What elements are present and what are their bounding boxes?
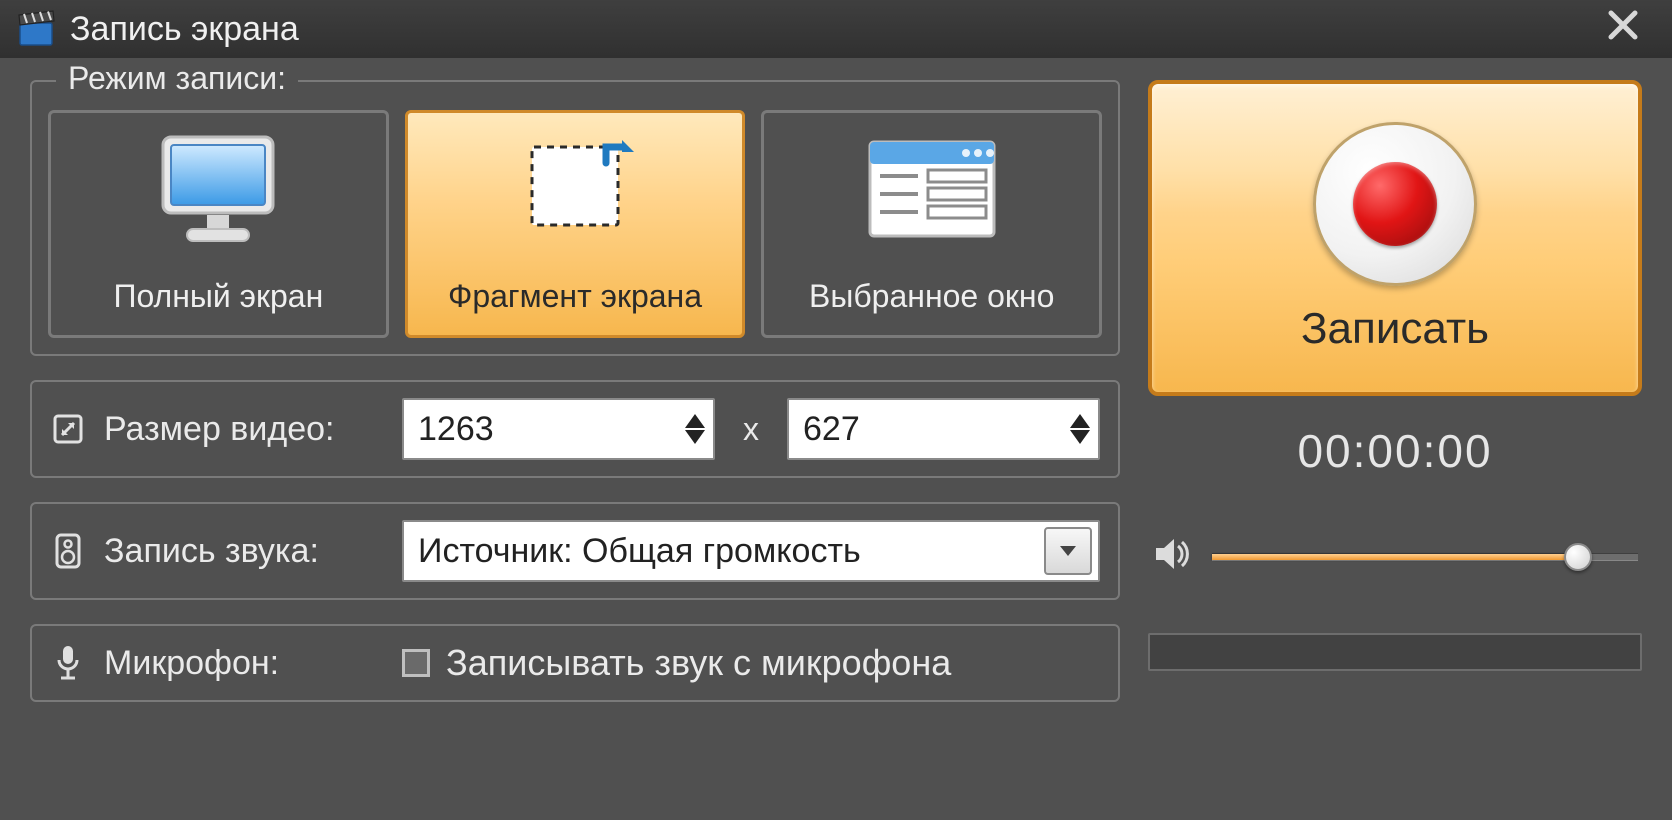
- mic-checkbox-group: Записывать звук с микрофона: [402, 642, 1100, 684]
- mic-record-checkbox[interactable]: [402, 649, 430, 677]
- mic-level-meter: [1148, 633, 1642, 671]
- left-column: Режим записи:: [30, 80, 1120, 702]
- recording-mode-legend: Режим записи:: [56, 60, 298, 97]
- microphone-icon: [50, 644, 86, 682]
- audio-source-label-group: Запись звука:: [50, 532, 380, 571]
- close-icon: [1606, 8, 1640, 42]
- mic-checkbox-label: Записывать звук с микрофона: [446, 642, 951, 684]
- volume-slider-thumb[interactable]: [1564, 543, 1592, 571]
- record-dot-icon: [1353, 162, 1437, 246]
- video-size-label-group: Размер видео:: [50, 410, 380, 449]
- audio-source-label: Запись звука:: [104, 532, 319, 571]
- mode-window-button[interactable]: Выбранное окно: [761, 110, 1102, 338]
- video-height-field[interactable]: [787, 398, 1100, 460]
- recording-timer: 00:00:00: [1297, 424, 1492, 478]
- height-spinner-arrows: [1070, 414, 1090, 444]
- selection-region-icon: [510, 113, 640, 264]
- record-button[interactable]: Записать: [1148, 80, 1642, 396]
- record-icon: [1313, 122, 1477, 286]
- mode-fullscreen-label: Полный экран: [113, 278, 323, 315]
- width-step-up[interactable]: [685, 414, 705, 428]
- height-step-down[interactable]: [1070, 430, 1090, 444]
- close-button[interactable]: [1598, 7, 1648, 52]
- video-width-field[interactable]: [402, 398, 715, 460]
- dimension-separator: x: [737, 411, 765, 448]
- width-step-down[interactable]: [685, 430, 705, 444]
- height-step-up[interactable]: [1070, 414, 1090, 428]
- title-bar-left: Запись экрана: [16, 9, 299, 49]
- monitor-icon: [153, 113, 283, 264]
- video-size-label: Размер видео:: [104, 410, 334, 449]
- mode-window-label: Выбранное окно: [809, 278, 1054, 315]
- mode-region-button[interactable]: Фрагмент экрана: [405, 110, 746, 338]
- video-width-input[interactable]: [418, 410, 685, 449]
- volume-slider[interactable]: [1212, 553, 1638, 561]
- mode-row: Полный экран Фрагмент экрана: [48, 110, 1102, 338]
- window-form-icon: [862, 113, 1002, 264]
- speaker-device-icon: [50, 533, 86, 569]
- mode-fullscreen-button[interactable]: Полный экран: [48, 110, 389, 338]
- title-bar: Запись экрана: [0, 0, 1672, 58]
- recording-mode-group: Режим записи:: [30, 80, 1120, 356]
- volume-row: [1148, 534, 1642, 579]
- dropdown-toggle[interactable]: [1044, 527, 1092, 575]
- width-spinner-arrows: [685, 414, 705, 444]
- record-button-label: Записать: [1301, 304, 1489, 354]
- volume-slider-fill: [1212, 554, 1578, 560]
- audio-source-dropdown[interactable]: Источник: Общая громкость: [402, 520, 1100, 582]
- microphone-label-group: Микрофон:: [50, 644, 380, 683]
- microphone-label: Микрофон:: [104, 644, 279, 683]
- window-title: Запись экрана: [70, 10, 299, 49]
- video-size-panel: Размер видео: x: [30, 380, 1120, 478]
- chevron-down-icon: [1060, 546, 1076, 556]
- main-content: Режим записи:: [0, 58, 1672, 724]
- right-column: Записать 00:00:00: [1148, 80, 1642, 702]
- speaker-icon: [1152, 534, 1192, 579]
- video-height-input[interactable]: [803, 410, 1070, 449]
- resize-icon: [50, 414, 86, 444]
- audio-source-value: Источник: Общая громкость: [418, 532, 861, 571]
- microphone-panel: Микрофон: Записывать звук с микрофона: [30, 624, 1120, 702]
- mode-region-label: Фрагмент экрана: [448, 278, 702, 315]
- clapperboard-icon: [16, 9, 56, 49]
- audio-source-panel: Запись звука: Источник: Общая громкость: [30, 502, 1120, 600]
